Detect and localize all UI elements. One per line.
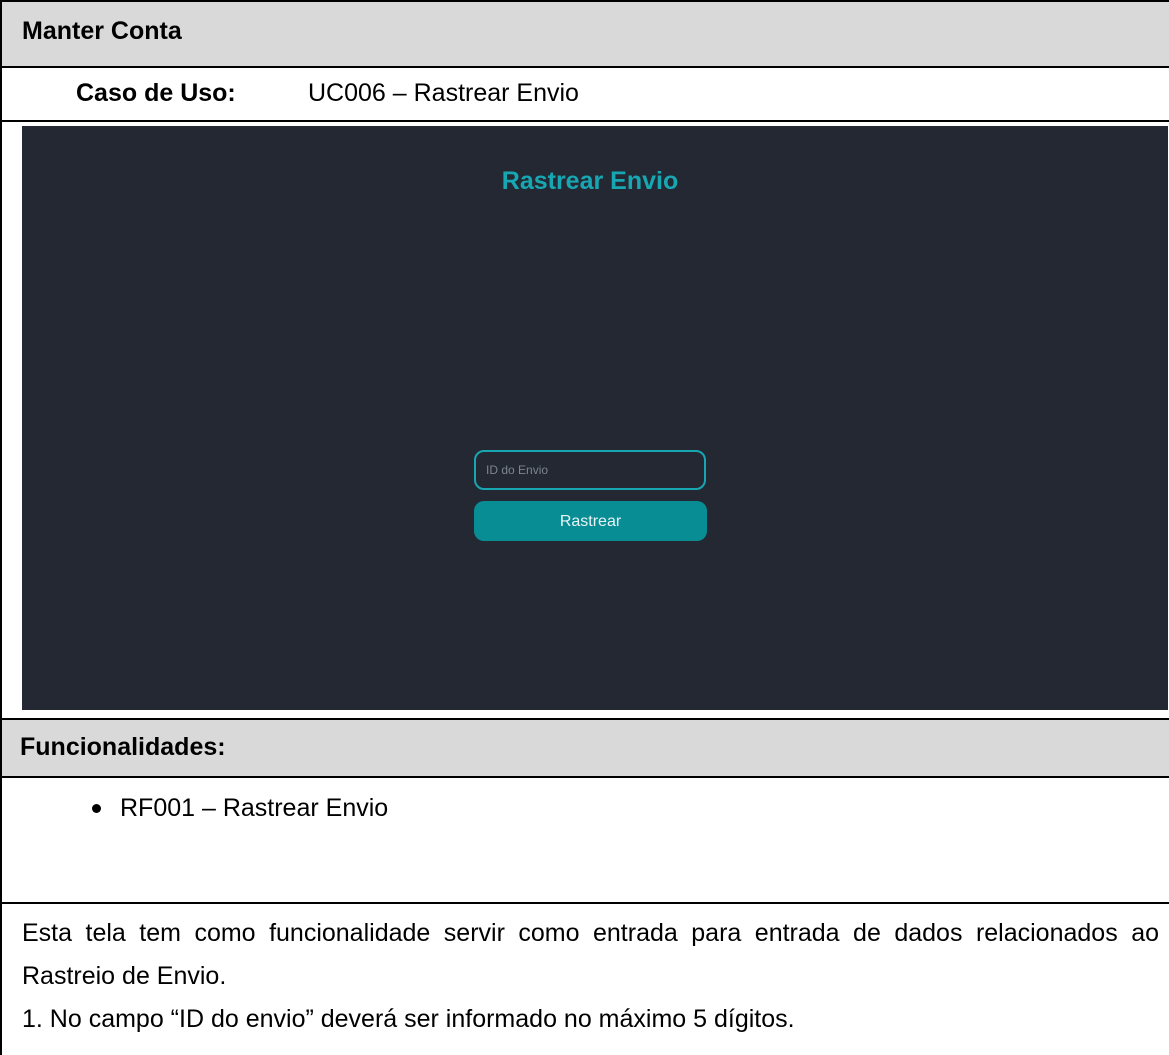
description-rule: 1. No campo “ID do envio” deverá ser inf… (22, 1005, 795, 1033)
bullet-icon (92, 804, 101, 813)
use-case-value: UC006 – Rastrear Envio (308, 79, 579, 107)
document-title: Manter Conta (22, 17, 182, 45)
use-case-label: Caso de Uso: (76, 79, 236, 107)
functionality-label: RF001 – Rastrear Envio (120, 794, 389, 822)
screen-mockup: Rastrear Envio Rastrear (22, 126, 1168, 710)
description-paragraph: Esta tela tem como funcionalidade servir… (22, 919, 1159, 990)
use-case-row: Caso de Uso: UC006 – Rastrear Envio (0, 66, 1169, 120)
functionalities-header-row: Funcionalidades: (0, 718, 1169, 776)
description-row: Esta tela tem como funcionalidade servir… (0, 902, 1169, 1055)
functionalities-list: RF001 – Rastrear Envio (92, 788, 388, 828)
list-item: RF001 – Rastrear Envio (92, 788, 388, 828)
functionalities-title: Funcionalidades: (20, 733, 226, 761)
use-case-document-table: Manter Conta Caso de Uso: UC006 – Rastre… (0, 0, 1169, 1055)
track-button[interactable]: Rastrear (474, 501, 707, 541)
functionalities-list-row: RF001 – Rastrear Envio (0, 776, 1169, 902)
shipment-id-input[interactable] (474, 450, 706, 490)
screen-mockup-row: Rastrear Envio Rastrear (0, 120, 1169, 718)
screen-title: Rastrear Envio (501, 167, 679, 195)
document-header-row: Manter Conta (0, 0, 1169, 66)
